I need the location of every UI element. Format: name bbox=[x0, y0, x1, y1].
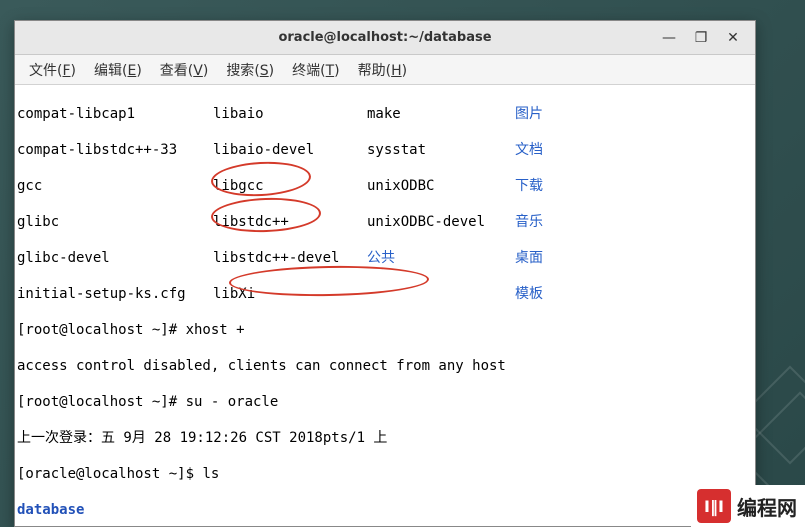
watermark-badge-icon: I‖I bbox=[697, 489, 731, 523]
menu-edit[interactable]: 编辑(E) bbox=[86, 56, 150, 84]
window-title: oracle@localhost:~/database bbox=[15, 30, 755, 45]
dir-link: 音乐 bbox=[515, 214, 543, 230]
titlebar[interactable]: oracle@localhost:~/database — ❐ ✕ bbox=[15, 21, 755, 55]
watermark: I‖I 编程网 bbox=[691, 485, 805, 527]
dir-link: 图片 bbox=[515, 106, 543, 122]
dir-link: 桌面 bbox=[515, 250, 543, 266]
close-button[interactable]: ✕ bbox=[717, 26, 749, 50]
terminal-content[interactable]: compat-libcap1libaiomake图片 compat-libstd… bbox=[15, 85, 755, 526]
dir-link: 文档 bbox=[515, 142, 543, 158]
output-line: access control disabled, clients can con… bbox=[17, 357, 753, 375]
cmd: xhost + bbox=[186, 322, 245, 338]
dir: database bbox=[17, 502, 84, 518]
prompt-root: [root@localhost ~]# bbox=[17, 322, 186, 338]
menubar: 文件(F) 编辑(E) 查看(V) 搜索(S) 终端(T) 帮助(H) bbox=[15, 55, 755, 85]
menu-file[interactable]: 文件(F) bbox=[21, 56, 84, 84]
minimize-button[interactable]: — bbox=[653, 26, 685, 50]
pkg-row: glibclibstdc++unixODBC-devel音乐 bbox=[17, 213, 753, 231]
pkg-row: glibc-devellibstdc++-devel公共桌面 bbox=[17, 249, 753, 267]
dir-link: 模板 bbox=[515, 286, 543, 302]
menu-terminal[interactable]: 终端(T) bbox=[284, 56, 348, 84]
maximize-button[interactable]: ❐ bbox=[685, 26, 717, 50]
pkg-row: gcclibgccunixODBC下载 bbox=[17, 177, 753, 195]
prompt-root: [root@localhost ~]# bbox=[17, 394, 186, 410]
menu-help[interactable]: 帮助(H) bbox=[350, 56, 415, 84]
pkg-row: compat-libstdc++-33libaio-develsysstat文档 bbox=[17, 141, 753, 159]
menu-view[interactable]: 查看(V) bbox=[152, 56, 217, 84]
dir-link: 下载 bbox=[515, 178, 543, 194]
pkg-row: initial-setup-ks.cfglibXi模板 bbox=[17, 285, 753, 303]
menu-search[interactable]: 搜索(S) bbox=[218, 56, 282, 84]
cmd: ls bbox=[202, 466, 219, 482]
pkg-row: compat-libcap1libaiomake图片 bbox=[17, 105, 753, 123]
cmd: su - oracle bbox=[186, 394, 279, 410]
watermark-text: 编程网 bbox=[737, 492, 797, 521]
terminal-window: oracle@localhost:~/database — ❐ ✕ 文件(F) … bbox=[14, 20, 756, 527]
prompt-oracle: [oracle@localhost ~]$ bbox=[17, 466, 202, 482]
output-line: 上一次登录：五 9月 28 19:12:26 CST 2018pts/1 上 bbox=[17, 429, 753, 447]
